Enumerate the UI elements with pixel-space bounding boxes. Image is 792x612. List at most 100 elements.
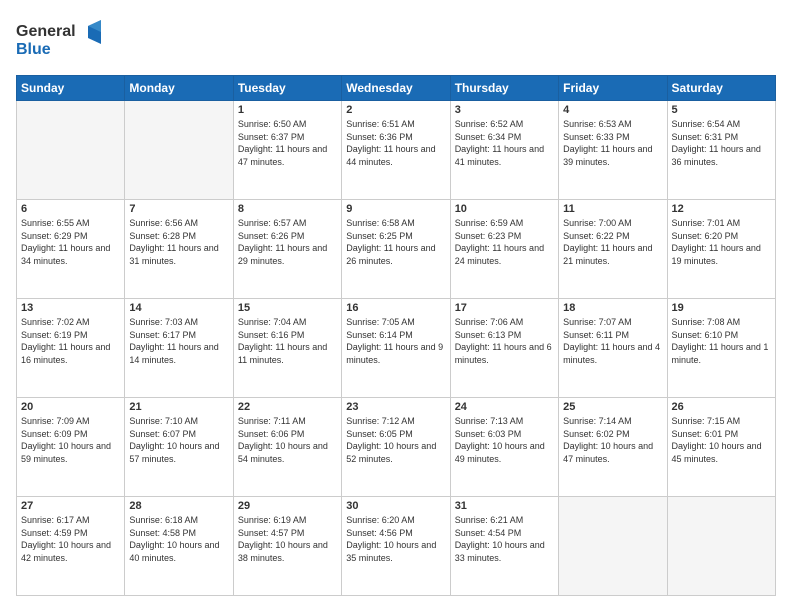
- day-info: Sunrise: 6:59 AM Sunset: 6:23 PM Dayligh…: [455, 217, 554, 267]
- day-info: Sunrise: 7:11 AM Sunset: 6:06 PM Dayligh…: [238, 415, 337, 465]
- weekday-header-monday: Monday: [125, 76, 233, 101]
- day-info: Sunrise: 6:19 AM Sunset: 4:57 PM Dayligh…: [238, 514, 337, 564]
- day-info: Sunrise: 7:03 AM Sunset: 6:17 PM Dayligh…: [129, 316, 228, 366]
- day-number: 20: [21, 401, 120, 413]
- day-number: 16: [346, 302, 445, 314]
- day-number: 25: [563, 401, 662, 413]
- day-number: 9: [346, 203, 445, 215]
- weekday-header-wednesday: Wednesday: [342, 76, 450, 101]
- day-info: Sunrise: 6:53 AM Sunset: 6:33 PM Dayligh…: [563, 118, 662, 168]
- svg-text:General: General: [16, 23, 76, 40]
- day-info: Sunrise: 6:20 AM Sunset: 4:56 PM Dayligh…: [346, 514, 445, 564]
- calendar-cell: 16 Sunrise: 7:05 AM Sunset: 6:14 PM Dayli…: [342, 299, 450, 398]
- day-info: Sunrise: 6:55 AM Sunset: 6:29 PM Dayligh…: [21, 217, 120, 267]
- calendar-cell: 22 Sunrise: 7:11 AM Sunset: 6:06 PM Dayli…: [233, 398, 341, 497]
- calendar-cell: 12 Sunrise: 7:01 AM Sunset: 6:20 PM Dayli…: [667, 200, 775, 299]
- day-number: 1: [238, 104, 337, 116]
- header: General Blue: [16, 16, 776, 65]
- calendar-cell: 7 Sunrise: 6:56 AM Sunset: 6:28 PM Daylig…: [125, 200, 233, 299]
- day-number: 26: [672, 401, 771, 413]
- day-info: Sunrise: 7:02 AM Sunset: 6:19 PM Dayligh…: [21, 316, 120, 366]
- logo-icon: General Blue: [16, 16, 116, 60]
- calendar-cell: 3Sunrise: 6:52 AM Sunset: 6:34 PM Daylig…: [450, 101, 558, 200]
- day-number: 27: [21, 500, 120, 512]
- day-number: 13: [21, 302, 120, 314]
- calendar-cell: 9Sunrise: 6:58 AM Sunset: 6:25 PM Daylig…: [342, 200, 450, 299]
- day-number: 30: [346, 500, 445, 512]
- day-info: Sunrise: 6:52 AM Sunset: 6:34 PM Dayligh…: [455, 118, 554, 168]
- calendar-cell: 28 Sunrise: 6:18 AM Sunset: 4:58 PM Dayli…: [125, 497, 233, 596]
- calendar-cell: 26Sunrise: 7:15 AM Sunset: 6:01 PM Dayli…: [667, 398, 775, 497]
- calendar-cell: 13 Sunrise: 7:02 AM Sunset: 6:19 PM Dayli…: [17, 299, 125, 398]
- calendar-cell: 5 Sunrise: 6:54 AM Sunset: 6:31 PM Daylig…: [667, 101, 775, 200]
- day-info: Sunrise: 7:10 AM Sunset: 6:07 PM Dayligh…: [129, 415, 228, 465]
- calendar-table: SundayMondayTuesdayWednesdayThursdayFrid…: [16, 75, 776, 596]
- weekday-header-tuesday: Tuesday: [233, 76, 341, 101]
- calendar-week-row: 1Sunrise: 6:50 AM Sunset: 6:37 PM Daylig…: [17, 101, 776, 200]
- day-number: 19: [672, 302, 771, 314]
- weekday-header-sunday: Sunday: [17, 76, 125, 101]
- day-info: Sunrise: 6:56 AM Sunset: 6:28 PM Dayligh…: [129, 217, 228, 267]
- day-number: 28: [129, 500, 228, 512]
- calendar-week-row: 6 Sunrise: 6:55 AM Sunset: 6:29 PM Daylig…: [17, 200, 776, 299]
- day-number: 24: [455, 401, 554, 413]
- calendar-cell: 30 Sunrise: 6:20 AM Sunset: 4:56 PM Dayli…: [342, 497, 450, 596]
- calendar-cell: [559, 497, 667, 596]
- weekday-header-thursday: Thursday: [450, 76, 558, 101]
- calendar-cell: 20Sunrise: 7:09 AM Sunset: 6:09 PM Dayli…: [17, 398, 125, 497]
- day-number: 22: [238, 401, 337, 413]
- weekday-header-row: SundayMondayTuesdayWednesdayThursdayFrid…: [17, 76, 776, 101]
- day-info: Sunrise: 7:12 AM Sunset: 6:05 PM Dayligh…: [346, 415, 445, 465]
- day-info: Sunrise: 7:05 AM Sunset: 6:14 PM Dayligh…: [346, 316, 445, 366]
- day-number: 7: [129, 203, 228, 215]
- calendar-week-row: 13 Sunrise: 7:02 AM Sunset: 6:19 PM Dayli…: [17, 299, 776, 398]
- day-number: 12: [672, 203, 771, 215]
- day-number: 11: [563, 203, 662, 215]
- day-info: Sunrise: 6:51 AM Sunset: 6:36 PM Dayligh…: [346, 118, 445, 168]
- day-number: 18: [563, 302, 662, 314]
- calendar-cell: 29 Sunrise: 6:19 AM Sunset: 4:57 PM Dayli…: [233, 497, 341, 596]
- calendar-cell: 14Sunrise: 7:03 AM Sunset: 6:17 PM Dayli…: [125, 299, 233, 398]
- day-info: Sunrise: 7:07 AM Sunset: 6:11 PM Dayligh…: [563, 316, 662, 366]
- calendar-cell: 11 Sunrise: 7:00 AM Sunset: 6:22 PM Dayli…: [559, 200, 667, 299]
- calendar-week-row: 20Sunrise: 7:09 AM Sunset: 6:09 PM Dayli…: [17, 398, 776, 497]
- calendar-cell: 1Sunrise: 6:50 AM Sunset: 6:37 PM Daylig…: [233, 101, 341, 200]
- day-number: 6: [21, 203, 120, 215]
- day-info: Sunrise: 7:13 AM Sunset: 6:03 PM Dayligh…: [455, 415, 554, 465]
- day-number: 2: [346, 104, 445, 116]
- page: General Blue SundayMondayTuesdayWednesda…: [0, 0, 792, 612]
- calendar-cell: 23 Sunrise: 7:12 AM Sunset: 6:05 PM Dayli…: [342, 398, 450, 497]
- day-info: Sunrise: 6:57 AM Sunset: 6:26 PM Dayligh…: [238, 217, 337, 267]
- day-info: Sunrise: 7:14 AM Sunset: 6:02 PM Dayligh…: [563, 415, 662, 465]
- svg-text:Blue: Blue: [16, 41, 51, 58]
- calendar-week-row: 27Sunrise: 6:17 AM Sunset: 4:59 PM Dayli…: [17, 497, 776, 596]
- calendar-cell: 27Sunrise: 6:17 AM Sunset: 4:59 PM Dayli…: [17, 497, 125, 596]
- day-number: 31: [455, 500, 554, 512]
- day-number: 5: [672, 104, 771, 116]
- calendar-cell: 21Sunrise: 7:10 AM Sunset: 6:07 PM Dayli…: [125, 398, 233, 497]
- weekday-header-friday: Friday: [559, 76, 667, 101]
- calendar-cell: 4 Sunrise: 6:53 AM Sunset: 6:33 PM Daylig…: [559, 101, 667, 200]
- calendar-cell: [17, 101, 125, 200]
- calendar-cell: 17Sunrise: 7:06 AM Sunset: 6:13 PM Dayli…: [450, 299, 558, 398]
- day-number: 4: [563, 104, 662, 116]
- calendar-cell: 31 Sunrise: 6:21 AM Sunset: 4:54 PM Dayli…: [450, 497, 558, 596]
- day-info: Sunrise: 6:21 AM Sunset: 4:54 PM Dayligh…: [455, 514, 554, 564]
- day-number: 29: [238, 500, 337, 512]
- day-number: 10: [455, 203, 554, 215]
- day-info: Sunrise: 7:08 AM Sunset: 6:10 PM Dayligh…: [672, 316, 771, 366]
- calendar-cell: 10 Sunrise: 6:59 AM Sunset: 6:23 PM Dayli…: [450, 200, 558, 299]
- calendar-cell: 6 Sunrise: 6:55 AM Sunset: 6:29 PM Daylig…: [17, 200, 125, 299]
- calendar-cell: 25 Sunrise: 7:14 AM Sunset: 6:02 PM Dayli…: [559, 398, 667, 497]
- day-number: 8: [238, 203, 337, 215]
- day-info: Sunrise: 7:04 AM Sunset: 6:16 PM Dayligh…: [238, 316, 337, 366]
- day-info: Sunrise: 6:54 AM Sunset: 6:31 PM Dayligh…: [672, 118, 771, 168]
- day-info: Sunrise: 7:00 AM Sunset: 6:22 PM Dayligh…: [563, 217, 662, 267]
- calendar-cell: [125, 101, 233, 200]
- day-info: Sunrise: 7:01 AM Sunset: 6:20 PM Dayligh…: [672, 217, 771, 267]
- day-number: 17: [455, 302, 554, 314]
- weekday-header-saturday: Saturday: [667, 76, 775, 101]
- day-number: 23: [346, 401, 445, 413]
- calendar-cell: 15Sunrise: 7:04 AM Sunset: 6:16 PM Dayli…: [233, 299, 341, 398]
- day-info: Sunrise: 6:18 AM Sunset: 4:58 PM Dayligh…: [129, 514, 228, 564]
